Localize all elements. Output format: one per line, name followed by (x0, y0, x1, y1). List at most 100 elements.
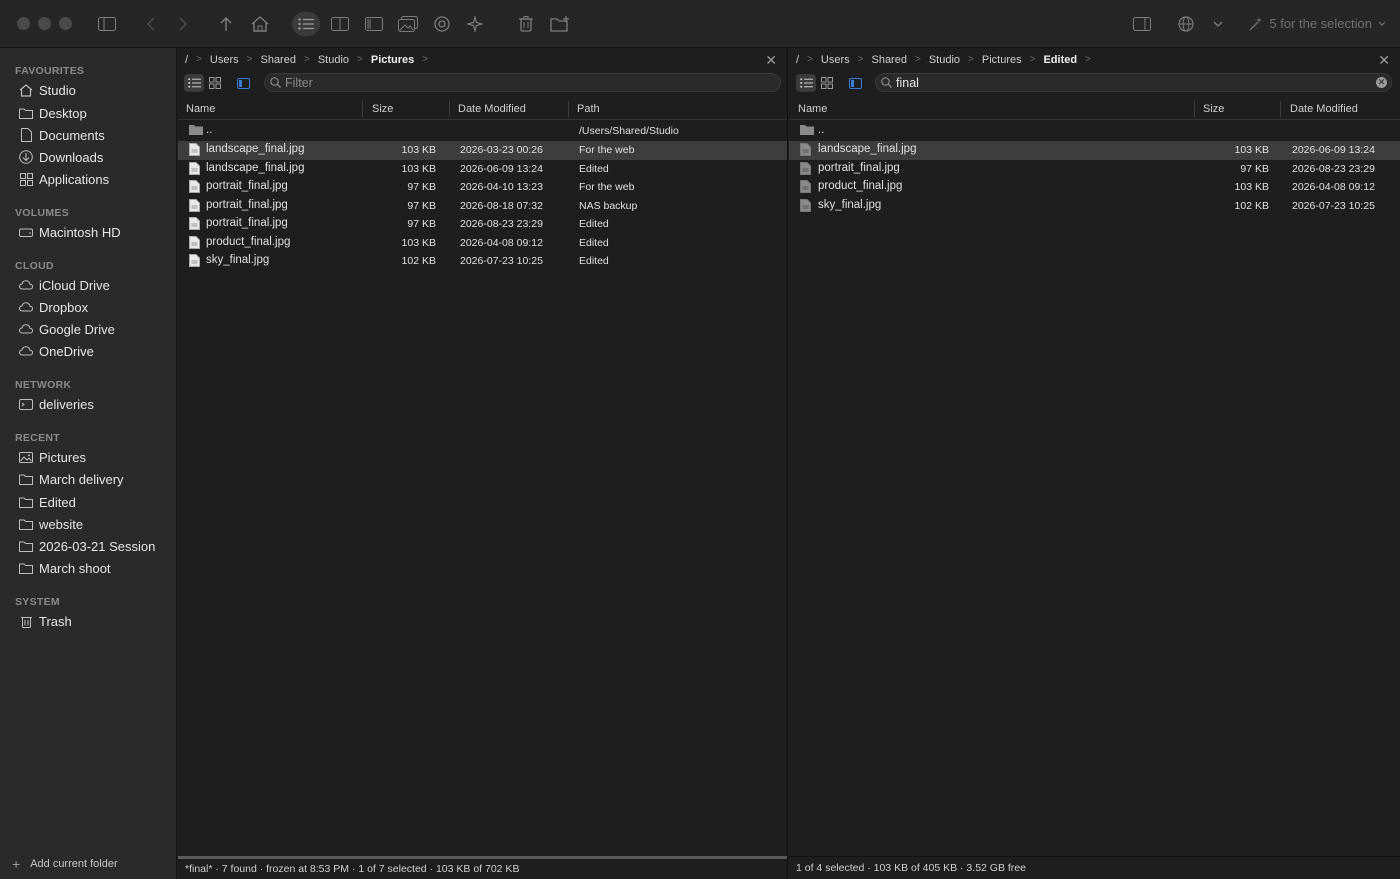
arrow-up-icon (220, 16, 232, 31)
sidebar-item-studio[interactable]: Studio (0, 79, 176, 101)
file-size: 102 KB (401, 255, 436, 267)
sidebar-item-edited[interactable]: Edited (0, 491, 176, 513)
column-name-header[interactable]: Name (186, 103, 215, 115)
table-row[interactable]: sky_final.jpg 102 KB 2026-07-23 10:25 (789, 197, 1400, 216)
delete-button[interactable] (513, 12, 539, 36)
sidebar-item-session[interactable]: 2026-03-21 Session (0, 535, 176, 557)
sidebar-item-documents[interactable]: Documents (0, 124, 176, 146)
sidebar-item-icloud-drive[interactable]: iCloud Drive (0, 274, 176, 296)
share-button[interactable] (1173, 12, 1199, 36)
sidebar-item-pictures[interactable]: Pictures (0, 446, 176, 468)
home-button[interactable] (247, 12, 273, 36)
grid-view-toggle[interactable] (205, 74, 225, 92)
list-view-toggle[interactable] (796, 74, 816, 92)
back-button[interactable] (138, 12, 164, 36)
folder-icon (19, 539, 33, 553)
table-row[interactable]: landscape_final.jpg 103 KB 2026-06-09 13… (178, 160, 787, 179)
forward-button[interactable] (170, 12, 196, 36)
selection-actions-button[interactable]: 5 for the selection (1249, 16, 1386, 31)
image-file-icon (189, 161, 200, 178)
window-minimize-button[interactable] (38, 17, 51, 30)
quick-look-button[interactable] (429, 12, 455, 36)
sidebar-item-trash[interactable]: Trash (0, 610, 176, 632)
breadcrumb-pictures[interactable]: Pictures (982, 54, 1022, 66)
table-row[interactable]: portrait_final.jpg 97 KB 2026-04-10 13:2… (178, 178, 787, 197)
column-divider[interactable] (1194, 101, 1195, 117)
table-row[interactable]: product_final.jpg 103 KB 2026-04-08 09:1… (178, 234, 787, 253)
column-name-header[interactable]: Name (798, 103, 827, 115)
breadcrumb-users[interactable]: Users (821, 54, 850, 66)
preview-pane-button[interactable] (361, 12, 387, 36)
sidebar-item-deliveries[interactable]: deliveries (0, 393, 176, 415)
breadcrumb-studio[interactable]: Studio (929, 54, 960, 66)
toggle-sidebar-button[interactable] (94, 12, 120, 36)
sidebar-item-march-delivery[interactable]: March delivery (0, 468, 176, 490)
column-divider[interactable] (568, 101, 569, 117)
window-close-button[interactable] (17, 17, 30, 30)
parent-folder-row[interactable]: .. (789, 122, 1400, 141)
sidebar-item-march-shoot[interactable]: March shoot (0, 557, 176, 579)
share-menu-button[interactable] (1206, 12, 1230, 36)
column-size-header[interactable]: Size (372, 103, 393, 115)
filter-field[interactable]: ✕ (875, 73, 1392, 92)
file-path: Edited (579, 218, 609, 230)
sidebar-item-desktop[interactable]: Desktop (0, 102, 176, 124)
column-size-header[interactable]: Size (1203, 103, 1224, 115)
sidebar-item-website[interactable]: website (0, 513, 176, 535)
filter-field[interactable] (264, 73, 781, 92)
column-path-header[interactable]: Path (577, 103, 600, 115)
sidebar-item-dropbox[interactable]: Dropbox (0, 296, 176, 318)
sidebar-item-onedrive[interactable]: OneDrive (0, 340, 176, 362)
sidebar-item-downloads[interactable]: Downloads (0, 146, 176, 168)
breadcrumb-shared[interactable]: Shared (260, 54, 295, 66)
table-row[interactable]: portrait_final.jpg 97 KB 2026-08-23 23:2… (789, 160, 1400, 179)
breadcrumb-shared[interactable]: Shared (871, 54, 906, 66)
add-current-folder-button[interactable]: + Add current folder (12, 856, 118, 872)
breadcrumb-users[interactable]: Users (210, 54, 239, 66)
list-view-toggle[interactable] (184, 74, 204, 92)
table-row[interactable]: product_final.jpg 103 KB 2026-04-08 09:1… (789, 178, 1400, 197)
sidebar-heading-volumes: VOLUMES (15, 207, 70, 219)
column-divider[interactable] (1280, 101, 1281, 117)
sidebar-item-macintosh-hd[interactable]: Macintosh HD (0, 221, 176, 243)
preview-toggle[interactable] (845, 74, 865, 92)
grid-view-toggle[interactable] (817, 74, 837, 92)
table-row[interactable]: sky_final.jpg 102 KB 2026-07-23 10:25 Ed… (178, 252, 787, 271)
new-folder-button[interactable] (547, 12, 573, 36)
gallery-button[interactable] (395, 12, 421, 36)
sidebar-item-google-drive[interactable]: Google Drive (0, 318, 176, 340)
table-row[interactable]: landscape_final.jpg 103 KB 2026-03-23 00… (178, 141, 787, 160)
table-row[interactable]: landscape_final.jpg 103 KB 2026-06-09 13… (789, 141, 1400, 160)
column-date-header[interactable]: Date Modified (458, 103, 526, 115)
column-date-header[interactable]: Date Modified (1290, 103, 1358, 115)
column-divider[interactable] (362, 101, 363, 117)
filter-input[interactable] (896, 75, 1391, 90)
clear-search-icon[interactable]: ✕ (1376, 77, 1387, 88)
table-header: Name Size Date Modified Path (178, 98, 787, 120)
add-current-folder-label: Add current folder (30, 858, 118, 870)
table-row[interactable]: portrait_final.jpg 97 KB 2026-08-23 23:2… (178, 215, 787, 234)
close-icon[interactable]: ✕ (1378, 52, 1390, 69)
preview-toggle[interactable] (233, 74, 253, 92)
sidebar-item-label: March shoot (39, 560, 111, 576)
breadcrumb-root[interactable]: / (796, 54, 799, 66)
dual-pane-button[interactable] (327, 12, 353, 36)
table-row[interactable]: portrait_final.jpg 97 KB 2026-08-18 07:3… (178, 197, 787, 216)
parent-folder-button[interactable] (213, 12, 239, 36)
breadcrumb-studio[interactable]: Studio (318, 54, 349, 66)
parent-folder-row[interactable]: .. /Users/Shared/Studio (178, 122, 787, 141)
filter-input[interactable] (285, 75, 780, 90)
inspector-toggle-button[interactable] (1129, 12, 1155, 36)
breadcrumb-root[interactable]: / (185, 54, 188, 66)
split-view-icon (331, 17, 349, 31)
chevron-right-icon: > (246, 54, 253, 65)
sidebar-item-applications[interactable]: Applications (0, 168, 176, 190)
close-icon[interactable]: ✕ (765, 52, 777, 69)
window-zoom-button[interactable] (59, 17, 72, 30)
breadcrumb-pictures[interactable]: Pictures (371, 54, 414, 66)
breadcrumb-edited[interactable]: Edited (1043, 54, 1077, 66)
column-divider[interactable] (449, 101, 450, 117)
list-view-button[interactable] (292, 12, 320, 36)
sidebar-item-label: Studio (39, 82, 76, 98)
magic-button[interactable] (462, 12, 488, 36)
